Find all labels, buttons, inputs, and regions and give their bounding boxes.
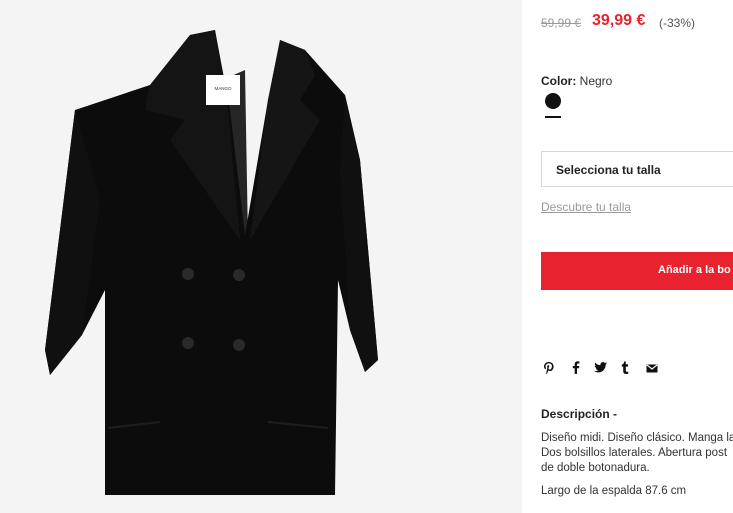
back-length-measure: Largo de la espalda 87.6 cm (541, 485, 687, 497)
product-image[interactable]: MANGO (0, 0, 522, 513)
facebook-icon[interactable] (568, 361, 584, 377)
sale-price: 39,99 € (592, 12, 646, 29)
size-select-label: Selecciona tu talla (556, 163, 661, 177)
add-to-bag-button[interactable]: Añadir a la bo (541, 252, 733, 290)
color-value: Negro (579, 74, 613, 88)
product-info: 59,99 € 39,99 € (-33%) Color: Negro Sele… (522, 0, 733, 513)
coat-illustration: MANGO (45, 30, 378, 495)
original-price: 59,99 € (541, 16, 582, 30)
email-icon[interactable] (644, 361, 660, 377)
description-body: Diseño midi. Diseño clásico. Manga la Do… (541, 431, 733, 476)
description-line: Dos bolsillos laterales. Abertura post (541, 447, 728, 459)
size-select[interactable]: Selecciona tu talla (541, 151, 733, 187)
tumblr-icon[interactable] (617, 361, 633, 377)
discount-badge: (-33%) (659, 16, 696, 30)
description-title: Descripción - (541, 407, 618, 421)
pinterest-icon[interactable] (541, 361, 557, 377)
color-label: Color: (541, 74, 577, 88)
color-label-row: Color: Negro (541, 74, 612, 88)
coat-label-brand: MANGO (214, 86, 232, 91)
add-to-bag-label: Añadir a la bo (658, 264, 731, 276)
selected-swatch-indicator (545, 116, 561, 118)
color-swatch-negro[interactable] (545, 93, 561, 109)
twitter-icon[interactable] (592, 361, 608, 377)
description-line: de doble botonadura. (541, 462, 650, 474)
description-line: Diseño midi. Diseño clásico. Manga la (541, 432, 733, 444)
size-guide-link[interactable]: Descubre tu talla (541, 200, 631, 214)
